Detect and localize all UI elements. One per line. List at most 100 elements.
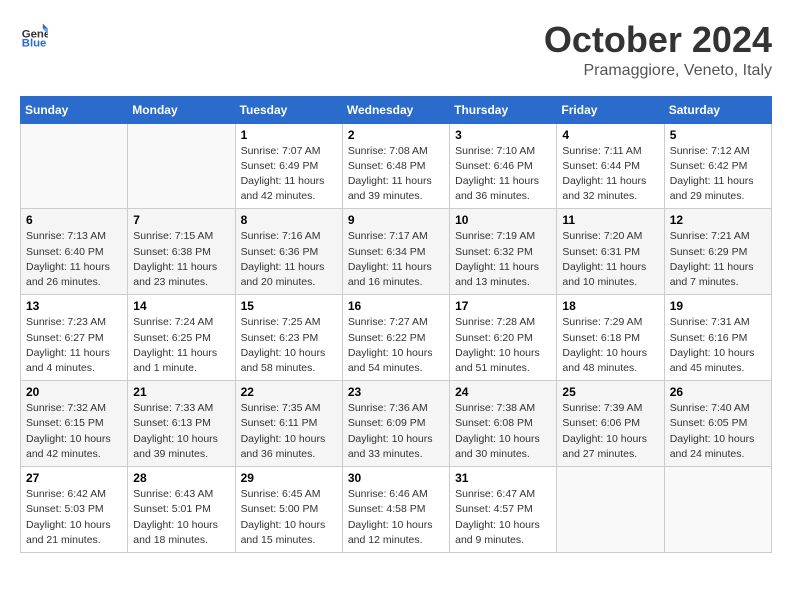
day-number: 13 xyxy=(26,299,122,313)
calendar-cell: 19 Sunrise: 7:31 AM Sunset: 6:16 PM Dayli… xyxy=(664,295,771,381)
calendar-cell: 10 Sunrise: 7:19 AM Sunset: 6:32 PM Dayli… xyxy=(450,209,557,295)
calendar-cell xyxy=(557,467,664,553)
calendar-cell: 30 Sunrise: 6:46 AM Sunset: 4:58 PM Dayli… xyxy=(342,467,449,553)
day-detail: Sunrise: 6:42 AM Sunset: 5:03 PM Dayligh… xyxy=(26,487,122,548)
day-number: 11 xyxy=(562,213,658,227)
calendar-cell: 14 Sunrise: 7:24 AM Sunset: 6:25 PM Dayli… xyxy=(128,295,235,381)
calendar-cell xyxy=(664,467,771,553)
calendar-cell: 18 Sunrise: 7:29 AM Sunset: 6:18 PM Dayli… xyxy=(557,295,664,381)
col-header-thursday: Thursday xyxy=(450,96,557,123)
day-number: 25 xyxy=(562,385,658,399)
day-detail: Sunrise: 7:31 AM Sunset: 6:16 PM Dayligh… xyxy=(670,315,766,376)
day-detail: Sunrise: 7:16 AM Sunset: 6:36 PM Dayligh… xyxy=(241,229,337,290)
day-number: 20 xyxy=(26,385,122,399)
calendar-cell: 17 Sunrise: 7:28 AM Sunset: 6:20 PM Dayli… xyxy=(450,295,557,381)
calendar-cell: 5 Sunrise: 7:12 AM Sunset: 6:42 PM Daylig… xyxy=(664,123,771,209)
day-detail: Sunrise: 7:19 AM Sunset: 6:32 PM Dayligh… xyxy=(455,229,551,290)
calendar-cell: 23 Sunrise: 7:36 AM Sunset: 6:09 PM Dayli… xyxy=(342,381,449,467)
logo-icon: General Blue xyxy=(20,20,48,48)
calendar-cell: 15 Sunrise: 7:25 AM Sunset: 6:23 PM Dayli… xyxy=(235,295,342,381)
day-detail: Sunrise: 7:24 AM Sunset: 6:25 PM Dayligh… xyxy=(133,315,229,376)
calendar-cell: 21 Sunrise: 7:33 AM Sunset: 6:13 PM Dayli… xyxy=(128,381,235,467)
day-detail: Sunrise: 7:29 AM Sunset: 6:18 PM Dayligh… xyxy=(562,315,658,376)
calendar-cell: 7 Sunrise: 7:15 AM Sunset: 6:38 PM Daylig… xyxy=(128,209,235,295)
day-number: 5 xyxy=(670,128,766,142)
day-number: 29 xyxy=(241,471,337,485)
day-detail: Sunrise: 7:40 AM Sunset: 6:05 PM Dayligh… xyxy=(670,401,766,462)
calendar-cell: 16 Sunrise: 7:27 AM Sunset: 6:22 PM Dayli… xyxy=(342,295,449,381)
day-number: 16 xyxy=(348,299,444,313)
day-number: 3 xyxy=(455,128,551,142)
day-number: 19 xyxy=(670,299,766,313)
day-number: 30 xyxy=(348,471,444,485)
day-number: 14 xyxy=(133,299,229,313)
day-number: 1 xyxy=(241,128,337,142)
day-number: 26 xyxy=(670,385,766,399)
calendar-cell: 13 Sunrise: 7:23 AM Sunset: 6:27 PM Dayli… xyxy=(21,295,128,381)
day-detail: Sunrise: 7:12 AM Sunset: 6:42 PM Dayligh… xyxy=(670,144,766,205)
calendar-cell xyxy=(21,123,128,209)
calendar-cell: 11Sunrise: 7:20 AM Sunset: 6:31 PM Dayli… xyxy=(557,209,664,295)
day-number: 15 xyxy=(241,299,337,313)
day-number: 22 xyxy=(241,385,337,399)
day-number: 18 xyxy=(562,299,658,313)
day-detail: Sunrise: 7:28 AM Sunset: 6:20 PM Dayligh… xyxy=(455,315,551,376)
day-number: 23 xyxy=(348,385,444,399)
calendar-cell: 6 Sunrise: 7:13 AM Sunset: 6:40 PM Daylig… xyxy=(21,209,128,295)
calendar-cell: 8 Sunrise: 7:16 AM Sunset: 6:36 PM Daylig… xyxy=(235,209,342,295)
calendar-cell: 2 Sunrise: 7:08 AM Sunset: 6:48 PM Daylig… xyxy=(342,123,449,209)
day-number: 9 xyxy=(348,213,444,227)
title-area: October 2024 Pramaggiore, Veneto, Italy xyxy=(544,20,772,80)
day-detail: Sunrise: 7:21 AM Sunset: 6:29 PM Dayligh… xyxy=(670,229,766,290)
calendar-cell: 24 Sunrise: 7:38 AM Sunset: 6:08 PM Dayli… xyxy=(450,381,557,467)
col-header-friday: Friday xyxy=(557,96,664,123)
day-detail: Sunrise: 7:33 AM Sunset: 6:13 PM Dayligh… xyxy=(133,401,229,462)
day-detail: Sunrise: 7:35 AM Sunset: 6:11 PM Dayligh… xyxy=(241,401,337,462)
calendar-cell: 27 Sunrise: 6:42 AM Sunset: 5:03 PM Dayli… xyxy=(21,467,128,553)
location-title: Pramaggiore, Veneto, Italy xyxy=(544,62,772,80)
calendar-cell: 9 Sunrise: 7:17 AM Sunset: 6:34 PM Daylig… xyxy=(342,209,449,295)
day-detail: Sunrise: 7:10 AM Sunset: 6:46 PM Dayligh… xyxy=(455,144,551,205)
day-number: 7 xyxy=(133,213,229,227)
day-detail: Sunrise: 7:13 AM Sunset: 6:40 PM Dayligh… xyxy=(26,229,122,290)
day-detail: Sunrise: 7:32 AM Sunset: 6:15 PM Dayligh… xyxy=(26,401,122,462)
day-detail: Sunrise: 6:45 AM Sunset: 5:00 PM Dayligh… xyxy=(241,487,337,548)
svg-text:Blue: Blue xyxy=(22,37,47,48)
day-detail: Sunrise: 7:36 AM Sunset: 6:09 PM Dayligh… xyxy=(348,401,444,462)
calendar-cell: 1Sunrise: 7:07 AM Sunset: 6:49 PM Daylig… xyxy=(235,123,342,209)
col-header-wednesday: Wednesday xyxy=(342,96,449,123)
day-detail: Sunrise: 7:25 AM Sunset: 6:23 PM Dayligh… xyxy=(241,315,337,376)
day-detail: Sunrise: 7:17 AM Sunset: 6:34 PM Dayligh… xyxy=(348,229,444,290)
day-detail: Sunrise: 7:11 AM Sunset: 6:44 PM Dayligh… xyxy=(562,144,658,205)
day-detail: Sunrise: 7:08 AM Sunset: 6:48 PM Dayligh… xyxy=(348,144,444,205)
calendar-cell: 22 Sunrise: 7:35 AM Sunset: 6:11 PM Dayli… xyxy=(235,381,342,467)
day-number: 8 xyxy=(241,213,337,227)
day-detail: Sunrise: 6:46 AM Sunset: 4:58 PM Dayligh… xyxy=(348,487,444,548)
day-detail: Sunrise: 7:38 AM Sunset: 6:08 PM Dayligh… xyxy=(455,401,551,462)
month-title: October 2024 xyxy=(544,20,772,60)
day-number: 17 xyxy=(455,299,551,313)
day-number: 24 xyxy=(455,385,551,399)
calendar-cell: 31Sunrise: 6:47 AM Sunset: 4:57 PM Dayli… xyxy=(450,467,557,553)
day-number: 10 xyxy=(455,213,551,227)
day-number: 12 xyxy=(670,213,766,227)
col-header-tuesday: Tuesday xyxy=(235,96,342,123)
day-detail: Sunrise: 6:47 AM Sunset: 4:57 PM Dayligh… xyxy=(455,487,551,548)
day-detail: Sunrise: 7:15 AM Sunset: 6:38 PM Dayligh… xyxy=(133,229,229,290)
day-detail: Sunrise: 7:23 AM Sunset: 6:27 PM Dayligh… xyxy=(26,315,122,376)
calendar-cell: 3 Sunrise: 7:10 AM Sunset: 6:46 PM Daylig… xyxy=(450,123,557,209)
day-number: 6 xyxy=(26,213,122,227)
day-number: 4 xyxy=(562,128,658,142)
logo: General Blue xyxy=(20,20,48,48)
day-number: 28 xyxy=(133,471,229,485)
day-detail: Sunrise: 7:39 AM Sunset: 6:06 PM Dayligh… xyxy=(562,401,658,462)
day-number: 21 xyxy=(133,385,229,399)
day-detail: Sunrise: 7:27 AM Sunset: 6:22 PM Dayligh… xyxy=(348,315,444,376)
day-number: 2 xyxy=(348,128,444,142)
calendar-cell: 29 Sunrise: 6:45 AM Sunset: 5:00 PM Dayli… xyxy=(235,467,342,553)
day-number: 27 xyxy=(26,471,122,485)
calendar-cell: 4 Sunrise: 7:11 AM Sunset: 6:44 PM Daylig… xyxy=(557,123,664,209)
col-header-sunday: Sunday xyxy=(21,96,128,123)
col-header-saturday: Saturday xyxy=(664,96,771,123)
calendar-cell: 28Sunrise: 6:43 AM Sunset: 5:01 PM Dayli… xyxy=(128,467,235,553)
